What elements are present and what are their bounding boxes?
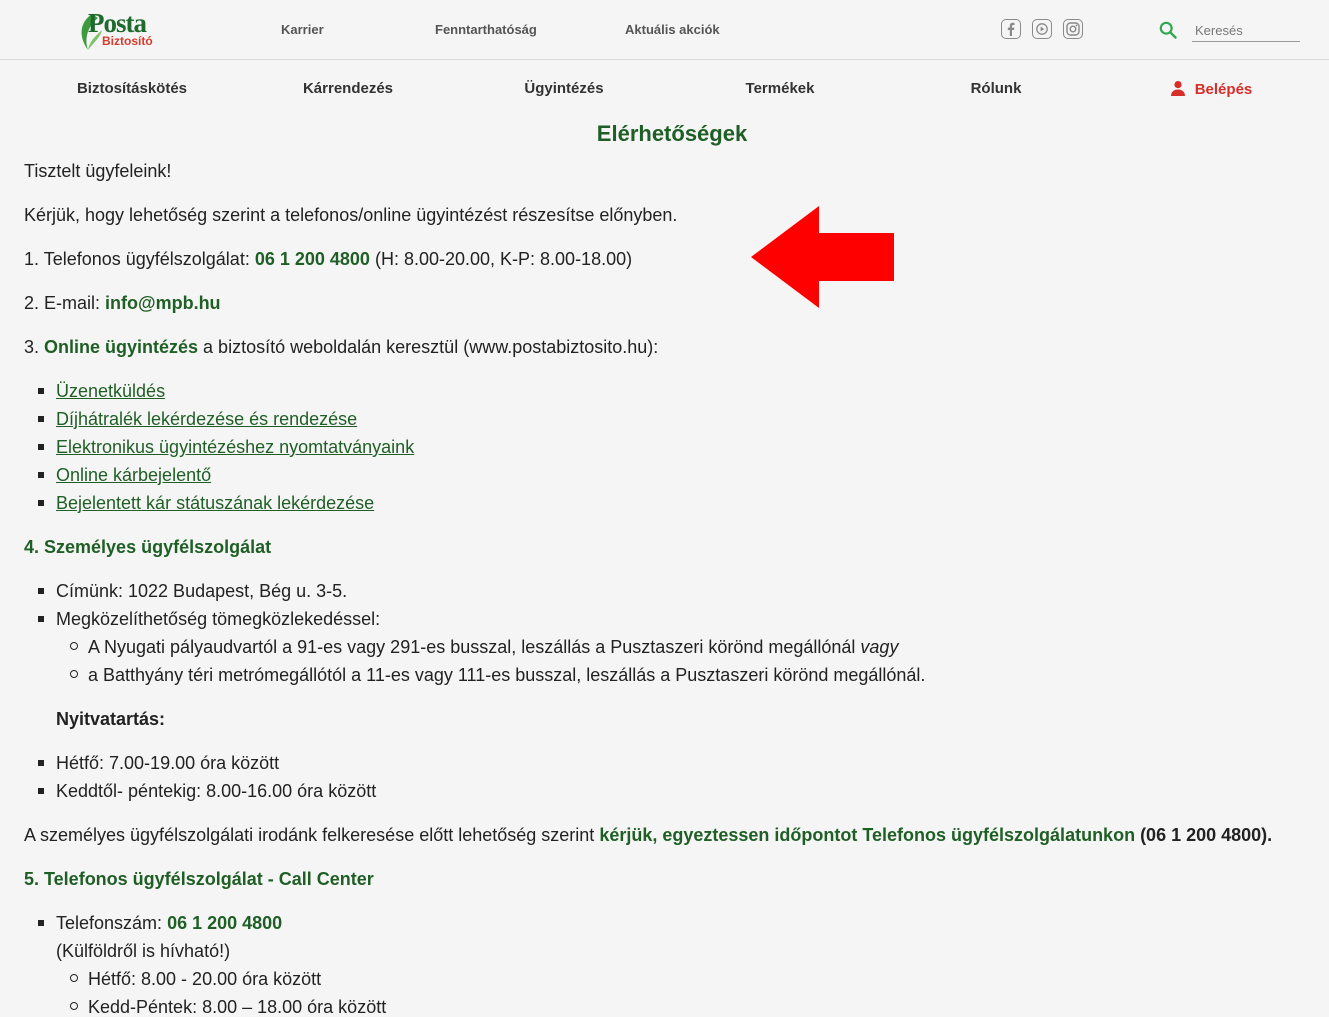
top-bar: Posta Biztosító Karrier Fenntarthatóság … — [0, 0, 1329, 60]
top-link-fenntarthatosag[interactable]: Fenntarthatóság — [435, 21, 537, 39]
sublist-bullet — [70, 670, 78, 678]
sublist-bullet — [70, 1002, 78, 1010]
top-link-aktualis-akciok[interactable]: Aktuális akciók — [625, 21, 720, 39]
transport-option-2: a Batthyány téri metrómegállótól a 11-es… — [88, 665, 926, 685]
transport-option-1: A Nyugati pályaudvartól a 91-es vagy 291… — [88, 635, 898, 659]
list-bullet — [38, 788, 44, 794]
red-arrow-annotation — [751, 206, 894, 308]
login-button[interactable]: Belépés — [1111, 80, 1311, 99]
top-link-karrier[interactable]: Karrier — [281, 21, 324, 39]
user-icon — [1170, 81, 1185, 96]
online-line-suffix: a biztosító weboldalán keresztül (www.po… — [198, 337, 659, 357]
list-bullet — [38, 616, 44, 622]
link-kar-statusz[interactable]: Bejelentett kár státuszának lekérdezése — [56, 493, 374, 513]
search-icon[interactable] — [1159, 21, 1177, 39]
email-line: 2. E-mail: info@mpb.hu — [24, 291, 221, 315]
hours-monday: Hétfő: 7.00-19.00 óra között — [56, 753, 280, 773]
appointment-note-phone: (06 1 200 4800). — [1135, 825, 1273, 845]
online-line-strong: Online ügyintézés — [44, 337, 199, 357]
main-nav: Biztosításkötés Kárrendezés Ügyintézés T… — [0, 61, 1329, 117]
call-center-hours-monday: Hétfő: 8.00 - 20.00 óra között — [88, 969, 322, 989]
youtube-icon[interactable] — [1032, 19, 1052, 39]
phone-line-prefix: 1. Telefonos ügyfélszolgálat: — [24, 249, 255, 269]
list-bullet — [38, 588, 44, 594]
facebook-icon[interactable] — [1001, 19, 1021, 39]
nav-ugyintezes[interactable]: Ügyintézés — [464, 80, 664, 98]
nav-termekek[interactable]: Termékek — [680, 80, 880, 98]
list-bullet — [38, 500, 44, 506]
call-center-abroad-note: (Külföldről is hívható!) — [56, 941, 231, 961]
login-label: Belépés — [1194, 81, 1253, 98]
greeting-text: Tisztelt ügyfeleink! — [24, 161, 172, 181]
transport-text: Megközelíthetőség tömegközlekedéssel: — [56, 609, 381, 629]
email-link[interactable]: info@mpb.hu — [105, 293, 221, 313]
call-center-phone-label: Telefonszám: — [56, 913, 168, 933]
posta-biztosito-logo[interactable]: Posta Biztosító — [78, 6, 168, 52]
online-line: 3. Online ügyintézés a biztosító webolda… — [24, 335, 658, 359]
phone-line: 1. Telefonos ügyfélszolgálat: 06 1 200 4… — [24, 247, 632, 271]
list-bullet — [38, 472, 44, 478]
transport-option-1-text: A Nyugati pályaudvartól a 91-es vagy 291… — [88, 637, 861, 657]
nav-rolunk[interactable]: Rólunk — [896, 80, 1096, 98]
appointment-note-prefix: A személyes ügyfélszolgálati irodánk fel… — [24, 825, 600, 845]
link-nyomtatvanyok[interactable]: Elektronikus ügyintézéshez nyomtatványai… — [56, 437, 414, 457]
intro-text: Kérjük, hogy lehetőség szerint a telefon… — [24, 205, 678, 225]
appointment-note-strong: kérjük, egyeztessen időpontot Telefonos … — [599, 825, 1136, 845]
instagram-icon[interactable] — [1063, 19, 1083, 39]
nav-biztositaskotes[interactable]: Biztosításkötés — [32, 80, 232, 98]
link-online-karbejelento[interactable]: Online kárbejelentő — [56, 465, 211, 485]
link-dijhatralek[interactable]: Díjhátralék lekérdezése és rendezése — [56, 409, 357, 429]
list-bullet — [38, 444, 44, 450]
opening-hours-heading: Nyitvatartás: — [56, 709, 166, 729]
online-line-prefix: 3. — [24, 337, 45, 357]
call-center-phone: Telefonszám: 06 1 200 4800 — [56, 911, 282, 935]
transport-option-1-vagy: vagy — [860, 637, 899, 657]
section-5-heading: 5. Telefonos ügyfélszolgálat - Call Cent… — [24, 869, 374, 889]
list-bullet — [38, 760, 44, 766]
list-bullet — [38, 416, 44, 422]
phone-line-hours: (H: 8.00-20.00, K-P: 8.00-18.00) — [369, 249, 633, 269]
sublist-bullet — [70, 974, 78, 982]
email-line-prefix: 2. E-mail: — [24, 293, 106, 313]
nav-karrendezes[interactable]: Kárrendezés — [248, 80, 448, 98]
hours-tue-fri: Keddtől- péntekig: 8.00-16.00 óra között — [56, 781, 377, 801]
link-uzenetkuldes[interactable]: Üzenetküldés — [56, 381, 165, 401]
logo-sub-text: Biztosító — [102, 34, 153, 48]
phone-number[interactable]: 06 1 200 4800 — [255, 249, 370, 269]
search-input[interactable] — [1192, 20, 1300, 42]
call-center-hours-tue-fri: Kedd-Péntek: 8.00 – 18.00 óra között — [88, 997, 387, 1017]
section-4-heading: 4. Személyes ügyfélszolgálat — [24, 537, 272, 557]
sublist-bullet — [70, 642, 78, 650]
list-bullet — [38, 920, 44, 926]
list-bullet — [38, 388, 44, 394]
page-title: Elérhetőségek — [596, 121, 748, 146]
call-center-phone-number[interactable]: 06 1 200 4800 — [167, 913, 282, 933]
address-text: Címünk: 1022 Budapest, Bég u. 3-5. — [56, 581, 348, 601]
appointment-note: A személyes ügyfélszolgálati irodánk fel… — [24, 823, 1272, 847]
